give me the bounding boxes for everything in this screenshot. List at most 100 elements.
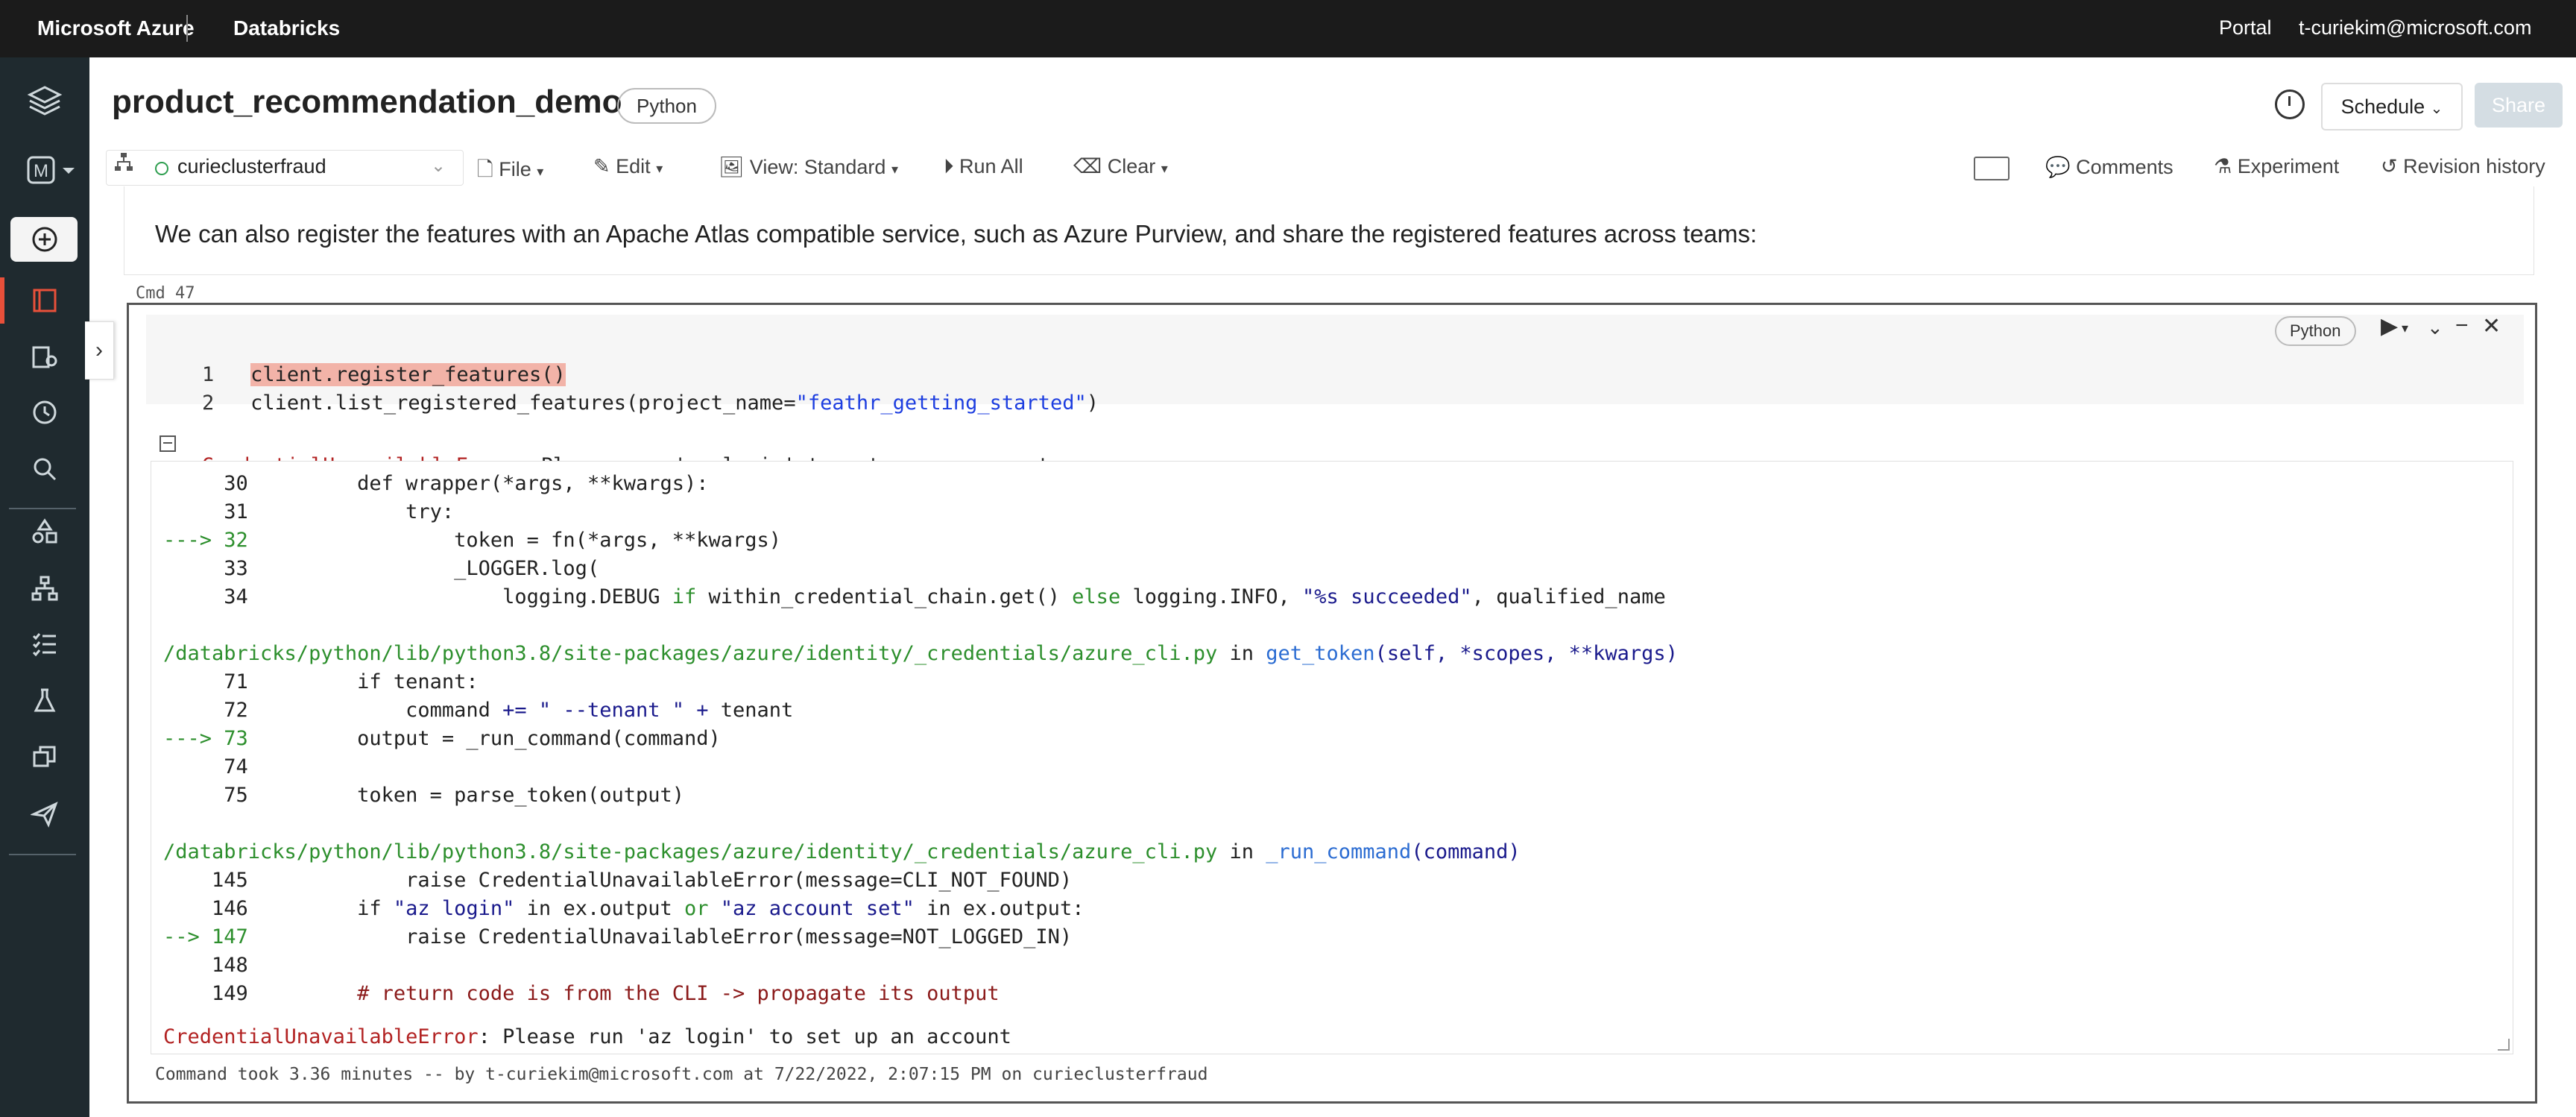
schedule-clock-icon[interactable] [2275, 89, 2305, 119]
schedule-button[interactable]: Schedule ⌄ [2321, 83, 2463, 130]
run-options-caret-icon[interactable]: ▾ [2402, 321, 2408, 336]
play-circle-icon: ⏵ [944, 155, 954, 177]
eraser-icon: ⌫ [1073, 155, 1102, 177]
command-footer: Command took 3.36 minutes -- by t-curiek… [155, 1065, 1208, 1084]
revision-history-button[interactable]: ↺ Revision history [2381, 155, 2545, 178]
view-menu-label: View: Standard [749, 156, 886, 178]
traceback-line: 34 logging.DEBUG if within_credential_ch… [163, 585, 1666, 608]
comments-icon: 💬 [2045, 156, 2071, 178]
portal-link[interactable]: Portal [2219, 16, 2272, 40]
expand-sidebar-button[interactable]: › [85, 321, 114, 380]
image-icon: 🖼 [719, 156, 745, 178]
caret-down-icon: ▾ [891, 162, 898, 177]
cell-language-badge[interactable]: Python [2275, 316, 2356, 346]
traceback-line: 146 if "az login" in ex.output or "az ac… [163, 897, 1085, 920]
history-icon: ↺ [2381, 155, 2398, 177]
code-editor[interactable]: 1 client.register_features() 2 client.li… [146, 315, 2524, 415]
cluster-chevron-down-icon[interactable]: ⌄ [431, 155, 446, 177]
comments-button[interactable]: 💬 Comments [2045, 155, 2174, 179]
edit-menu[interactable]: ✎ Edit ▾ [593, 155, 663, 178]
resize-handle-icon[interactable] [2498, 1039, 2510, 1051]
cluster-status-icon [155, 162, 168, 175]
traceback-line: ---> 73 output = _run_command(command) [163, 727, 721, 750]
traceback-line: 148 [163, 954, 248, 977]
chevron-down-icon: ⌄ [2430, 101, 2443, 117]
traceback-file-path: /databricks/python/lib/python3.8/site-pa… [163, 840, 1521, 863]
traceback-line: 75 token = parse_token(output) [163, 784, 684, 807]
traceback-output[interactable]: 30 def wrapper(*args, **kwargs): 31 try:… [151, 461, 2513, 1054]
minimize-cell-icon[interactable]: − [2455, 313, 2469, 339]
traceback-line: 71 if tenant: [163, 670, 479, 693]
layers-icon[interactable] [27, 83, 63, 119]
keyboard-shortcuts-icon[interactable] [1974, 157, 2010, 180]
traceback-line: ---> 32 token = fn(*args, **kwargs) [163, 529, 782, 552]
clear-menu-label: Clear [1107, 155, 1156, 177]
traceback-line: 33 _LOGGER.log( [163, 557, 600, 580]
cluster-name: curieclusterfraud [177, 155, 326, 177]
caret-down-icon: ▾ [656, 161, 663, 176]
delete-cell-icon[interactable]: ✕ [2482, 313, 2501, 339]
run-all-button[interactable]: ⏵ Run All [944, 155, 1023, 179]
top-bar: Microsoft Azure Databricks Portal t-curi… [0, 0, 2576, 57]
run-all-label: Run All [959, 155, 1023, 177]
revision-history-label: Revision history [2403, 155, 2545, 177]
markdown-text: We can also register the features with a… [155, 220, 1758, 248]
caret-down-icon: ▾ [1161, 161, 1168, 176]
schedule-label: Schedule [2340, 95, 2425, 118]
traceback-line: 74 [163, 755, 248, 778]
traceback-file-path: /databricks/python/lib/python3.8/site-pa… [163, 642, 1678, 665]
line-number: 2 [202, 391, 215, 415]
notebook-icon[interactable] [27, 283, 63, 318]
user-account[interactable]: t-curiekim@microsoft.com [2299, 16, 2531, 40]
hierarchy-icon[interactable] [27, 570, 63, 606]
file-menu[interactable]: 🗋 File ▾ [477, 155, 543, 189]
traceback-line: --> 147 raise CredentialUnavailableError… [163, 925, 1073, 948]
sidebar-divider [9, 854, 76, 855]
cmd-label: Cmd 47 [136, 284, 195, 303]
product-name[interactable]: Databricks [233, 16, 340, 40]
search-icon[interactable] [27, 451, 63, 487]
caret-down-icon: ▾ [537, 164, 544, 179]
traceback-final-error: CredentialUnavailableError: Please run '… [163, 1025, 1011, 1048]
sidebar: M [0, 57, 89, 1117]
chevron-right-icon: › [95, 338, 103, 362]
copy-icon[interactable] [27, 739, 63, 775]
active-indicator [0, 277, 4, 324]
deploy-icon[interactable] [27, 796, 63, 831]
sidebar-divider [9, 508, 76, 509]
notebook-language-badge[interactable]: Python [617, 88, 716, 124]
clear-menu[interactable]: ⌫ Clear ▾ [1073, 155, 1168, 178]
clock-icon[interactable] [27, 394, 63, 430]
comments-label: Comments [2076, 156, 2174, 178]
traceback-line: 145 raise CredentialUnavailableError(mes… [163, 869, 1073, 892]
experiment-button[interactable]: ⚗ Experiment [2214, 155, 2339, 178]
file-menu-label: File [499, 158, 531, 180]
create-icon[interactable] [27, 221, 63, 257]
share-button[interactable]: Share [2475, 83, 2563, 128]
collapse-output-icon[interactable] [160, 435, 176, 452]
code-line-2-suffix: ) [1086, 391, 1099, 415]
run-cell-play-icon[interactable]: ▶ [2381, 313, 2398, 339]
shapes-icon[interactable] [27, 514, 63, 550]
flask-icon[interactable] [27, 682, 63, 718]
workspace-initial: M [34, 161, 48, 181]
notebook-title[interactable]: product_recommendation_demo [112, 84, 622, 121]
file-icon: 🗋 [477, 158, 493, 180]
traceback-line: 72 command += " --tenant " + tenant [163, 699, 794, 722]
code-line-2-prefix: client.list_registered_features(project_… [250, 391, 796, 415]
chevron-down-icon[interactable]: ⌄ [2427, 316, 2443, 339]
flask-icon: ⚗ [2214, 155, 2232, 177]
traceback-line: 31 try: [163, 500, 455, 523]
workspace-switcher-icon[interactable]: M [27, 153, 79, 189]
tasks-icon[interactable] [27, 626, 63, 661]
traceback-line: 30 def wrapper(*args, **kwargs): [163, 472, 709, 495]
edit-menu-label: Edit [616, 155, 651, 177]
view-menu[interactable]: 🖼 View: Standard ▾ [719, 155, 898, 179]
code-line-2-string: "feathr_getting_started" [795, 391, 1087, 415]
data-icon[interactable] [27, 339, 63, 375]
brand-separator [186, 15, 188, 42]
experiment-label: Experiment [2237, 155, 2340, 177]
edit-icon: ✎ [593, 155, 610, 177]
brand-name[interactable]: Microsoft Azure [37, 16, 195, 40]
traceback-line: 149 # return code is from the CLI -> pro… [163, 982, 1000, 1005]
